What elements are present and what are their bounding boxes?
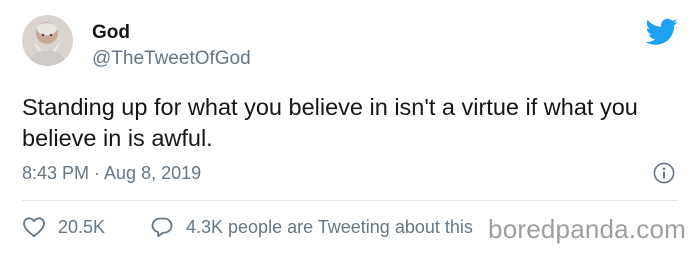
tweet-text: Standing up for what you believe in isn'…: [22, 94, 638, 151]
avatar[interactable]: [22, 15, 73, 66]
author-handle[interactable]: @TheTweetOfGod: [92, 48, 251, 70]
heart-icon: [22, 216, 46, 238]
twitter-bird-icon[interactable]: [645, 18, 678, 46]
tweet-timestamp[interactable]: 8:43 PM · Aug 8, 2019: [22, 163, 201, 184]
tweet-card: God @TheTweetOfGod Standing up for what …: [0, 0, 700, 253]
watermark: boredpanda.com: [488, 214, 686, 244]
divider: [22, 200, 678, 201]
speech-bubble-icon: [150, 216, 174, 238]
author-name[interactable]: God: [92, 22, 130, 44]
like-button[interactable]: 20.5K: [22, 214, 105, 240]
info-icon[interactable]: [653, 162, 675, 184]
conversation-label: 4.3K people are Tweeting about this: [186, 216, 473, 237]
avatar-image: [22, 15, 73, 66]
conversation-link[interactable]: 4.3K people are Tweeting about this: [150, 214, 473, 240]
like-count: 20.5K: [58, 216, 106, 237]
